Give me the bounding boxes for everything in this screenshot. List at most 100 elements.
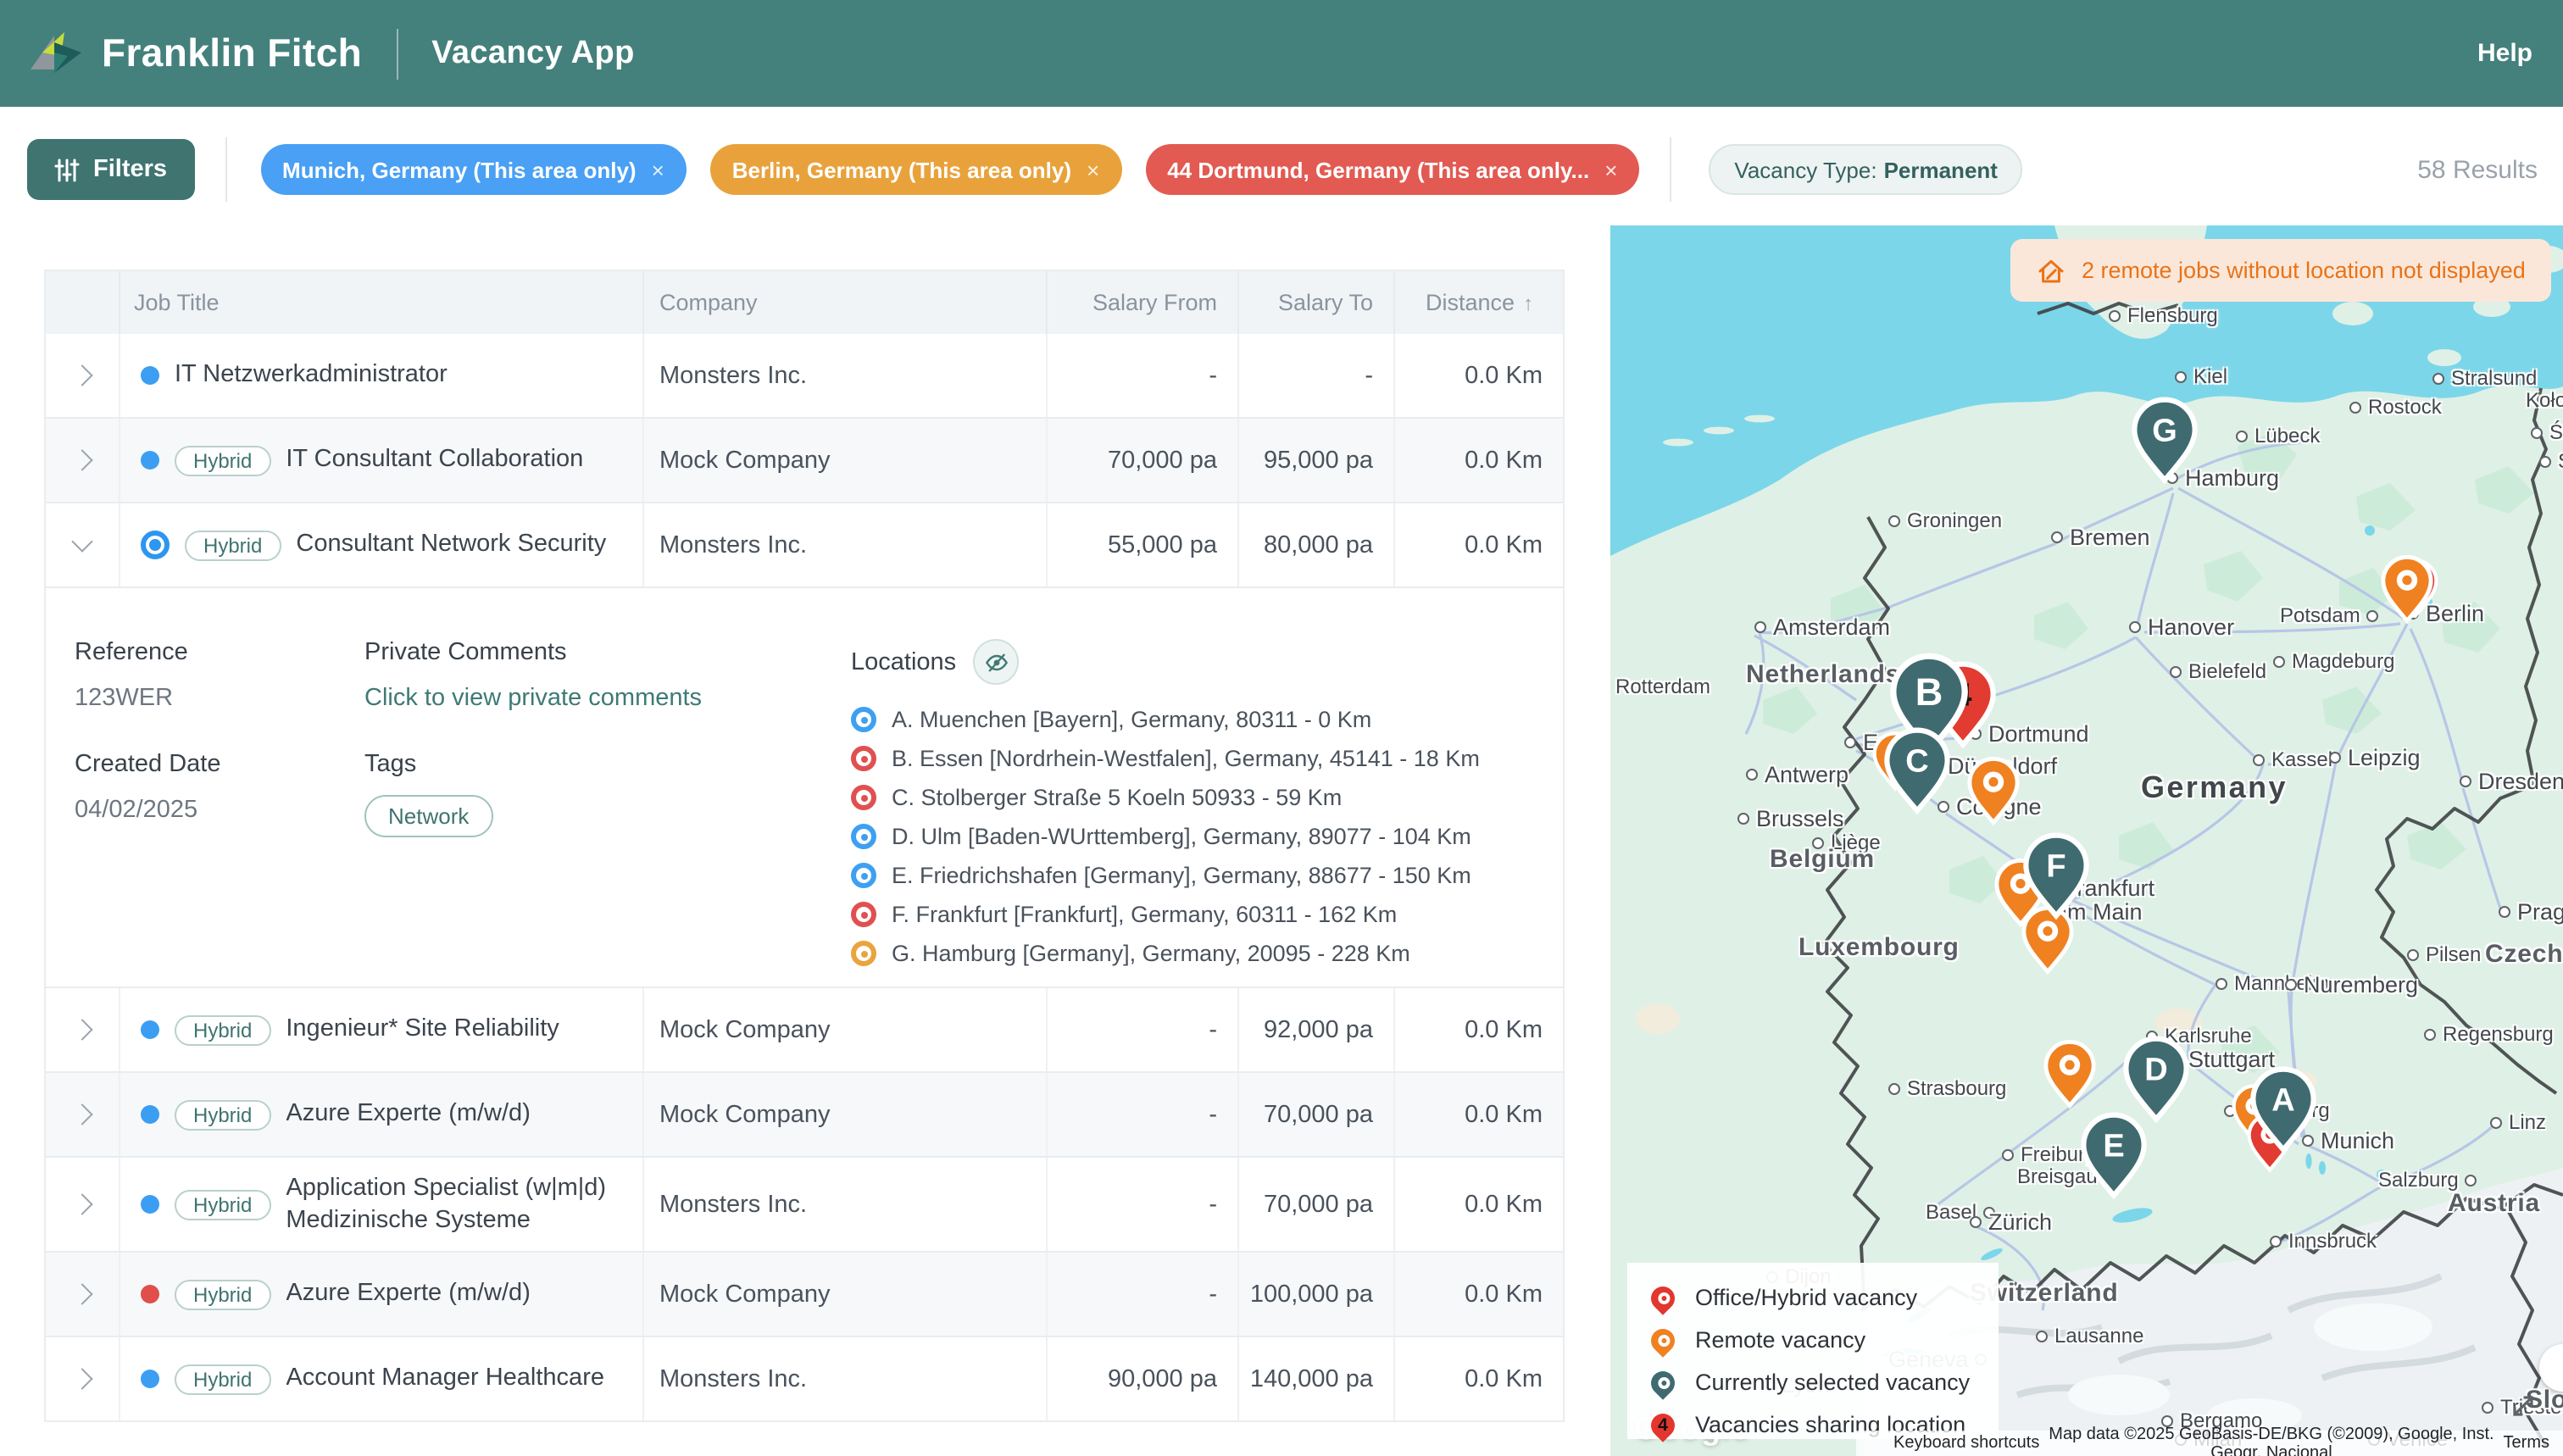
location-item[interactable]: B. Essen [Nordrhein-Westfalen], Germany,… <box>851 739 1563 778</box>
city-dot <box>2539 455 2551 467</box>
map-label: Prague <box>2499 899 2563 925</box>
map-label: Innsbruck <box>2270 1229 2377 1253</box>
column-header-distance-label: Distance <box>1426 290 1515 315</box>
chip-close-icon[interactable]: × <box>1087 157 1099 182</box>
salary-to: 92,000 pa <box>1264 1016 1373 1043</box>
private-comments-link[interactable]: Click to view private comments <box>364 685 851 712</box>
distance: 0.0 Km <box>1465 1365 1543 1392</box>
row-expander[interactable] <box>46 503 120 586</box>
location-item[interactable]: C. Stolberger Straße 5 Koeln 50933 - 59 … <box>851 778 1563 817</box>
map-pin[interactable] <box>2382 556 2432 623</box>
company-name: Monsters Inc. <box>659 1365 807 1392</box>
map-pin[interactable]: D <box>2124 1036 2188 1121</box>
salary-from: 70,000 pa <box>1108 447 1217 474</box>
city-dot <box>1970 1216 1982 1228</box>
table-rows-top: IT Netzwerkadministrator Monsters Inc. -… <box>46 334 1563 588</box>
map-label: Stralsund <box>2432 366 2537 390</box>
column-header-salary-from[interactable]: Salary From <box>1048 271 1239 334</box>
table-row[interactable]: Hybrid IT Consultant Collaboration Mock … <box>46 419 1563 503</box>
map-label: Antwerp <box>1746 762 1849 787</box>
map-pin[interactable]: C <box>1885 728 1949 813</box>
vacancy-type-label: Vacancy Type: <box>1734 157 1876 182</box>
map-label: Rostock <box>2349 395 2442 419</box>
distance: 0.0 Km <box>1465 1016 1543 1043</box>
map-pin[interactable]: A <box>2251 1067 2316 1152</box>
legend-item: Office/Hybrid vacancy <box>1648 1280 1978 1315</box>
chip-close-icon[interactable]: × <box>1604 157 1617 182</box>
company-name: Mock Company <box>659 447 830 474</box>
table-row[interactable]: Hybrid Ingenieur* Site Reliability Mock … <box>46 988 1563 1073</box>
chevron-icon <box>71 1019 92 1040</box>
location-item[interactable]: G. Hamburg [Germany], Germany, 20095 - 2… <box>851 934 1563 973</box>
vacancy-app-window: Franklin Fitch Vacancy App Help Filters … <box>0 0 2563 1456</box>
map-pin[interactable]: E <box>2082 1113 2146 1198</box>
row-expander[interactable] <box>46 1158 120 1251</box>
vacancy-type-badge[interactable]: Vacancy Type: Permanent <box>1709 144 2023 195</box>
sort-ascending-icon[interactable]: ↑ <box>1523 291 1533 314</box>
table-row[interactable]: Hybrid Consultant Network Security Monst… <box>46 503 1563 588</box>
keyboard-shortcuts-link[interactable]: Keyboard shortcuts <box>1893 1434 2039 1453</box>
hybrid-badge: Hybrid <box>175 445 270 475</box>
column-header-salary-to[interactable]: Salary To <box>1239 271 1395 334</box>
filter-chip[interactable]: Berlin, Germany (This area only) × <box>710 144 1121 195</box>
map-pin[interactable] <box>1968 758 2019 825</box>
hybrid-badge: Hybrid <box>175 1189 270 1220</box>
table-row[interactable]: IT Netzwerkadministrator Monsters Inc. -… <box>46 334 1563 419</box>
location-item[interactable]: E. Friedrichshafen [Germany], Germany, 8… <box>851 856 1563 895</box>
fullscreen-icon[interactable] <box>2510 1393 2536 1419</box>
map-pin[interactable]: F <box>2024 833 2088 918</box>
table-row[interactable]: Hybrid Azure Experte (m/w/d) Mock Compan… <box>46 1253 1563 1337</box>
location-text: A. Muenchen [Bayern], Germany, 80311 - 0… <box>892 707 1371 732</box>
table-row[interactable]: Hybrid Application Specialist (w|m|d)Med… <box>46 1158 1563 1253</box>
row-expander[interactable] <box>46 334 120 417</box>
chevron-icon <box>71 1283 92 1304</box>
legend-pin-icon <box>1646 1365 1680 1399</box>
table-rows-bottom: Hybrid Ingenieur* Site Reliability Mock … <box>46 988 1563 1422</box>
filter-chip-label: Berlin, Germany (This area only) <box>732 157 1071 182</box>
filters-button[interactable]: Filters <box>27 139 194 200</box>
salary-from: - <box>1209 1191 1217 1218</box>
map-label: Hanover <box>2129 614 2234 640</box>
help-link[interactable]: Help <box>2477 39 2532 68</box>
remote-jobs-banner: 2 remote jobs without location not displ… <box>2010 239 2551 302</box>
map-label: Flensburg <box>2109 303 2218 327</box>
filter-chip[interactable]: 44 Dortmund, Germany (This area only... … <box>1145 144 1639 195</box>
column-header-distance[interactable]: Distance ↑ <box>1395 271 1563 334</box>
city-dot <box>1888 514 1900 526</box>
location-target-icon <box>851 863 876 888</box>
location-item[interactable]: A. Muenchen [Bayern], Germany, 80311 - 0… <box>851 700 1563 739</box>
row-expander[interactable] <box>46 1253 120 1336</box>
job-title: Azure Experte (m/w/d) <box>286 1099 531 1130</box>
toggle-locations-visibility-button[interactable] <box>973 639 1019 685</box>
status-dot <box>141 1285 159 1303</box>
map-pin[interactable]: G <box>2132 397 2197 482</box>
row-expander[interactable] <box>46 419 120 502</box>
sliders-icon <box>54 157 80 182</box>
company-name: Monsters Inc. <box>659 362 807 389</box>
tag-chip[interactable]: Network <box>364 795 492 837</box>
chip-close-icon[interactable]: × <box>652 157 664 182</box>
map-canvas[interactable]: Flensburg Kiel Stralsund Rostock Kołobrz… <box>1610 225 2563 1456</box>
location-item[interactable]: D. Ulm [Baden-WUrttemberg], Germany, 890… <box>851 817 1563 856</box>
filter-chip[interactable]: Munich, Germany (This area only) × <box>260 144 687 195</box>
terms-link[interactable]: Terms <box>2504 1434 2549 1453</box>
chevron-icon <box>71 364 92 386</box>
map-label: Pilsen <box>2407 942 2481 966</box>
chevron-icon <box>71 1368 92 1389</box>
chevron-icon <box>71 531 92 552</box>
row-expander[interactable] <box>46 988 120 1071</box>
city-dot <box>2002 1148 2014 1160</box>
column-header-company[interactable]: Company <box>644 271 1048 334</box>
city-dot <box>2273 655 2285 667</box>
table-row[interactable]: Hybrid Azure Experte (m/w/d) Mock Compan… <box>46 1073 1563 1158</box>
row-expander[interactable] <box>46 1337 120 1420</box>
table-row[interactable]: Hybrid Account Manager Healthcare Monste… <box>46 1337 1563 1422</box>
map-label: Groningen <box>1888 508 2002 532</box>
map-label: Potsdam <box>2280 603 2379 627</box>
column-header-job-title[interactable]: Job Title <box>120 271 644 334</box>
svg-text:G: G <box>2152 413 2177 448</box>
map-pin[interactable] <box>2044 1041 2095 1108</box>
map-label: Brussels <box>1737 806 1844 831</box>
location-item[interactable]: F. Frankfurt [Frankfurt], Germany, 60311… <box>851 895 1563 934</box>
row-expander[interactable] <box>46 1073 120 1156</box>
